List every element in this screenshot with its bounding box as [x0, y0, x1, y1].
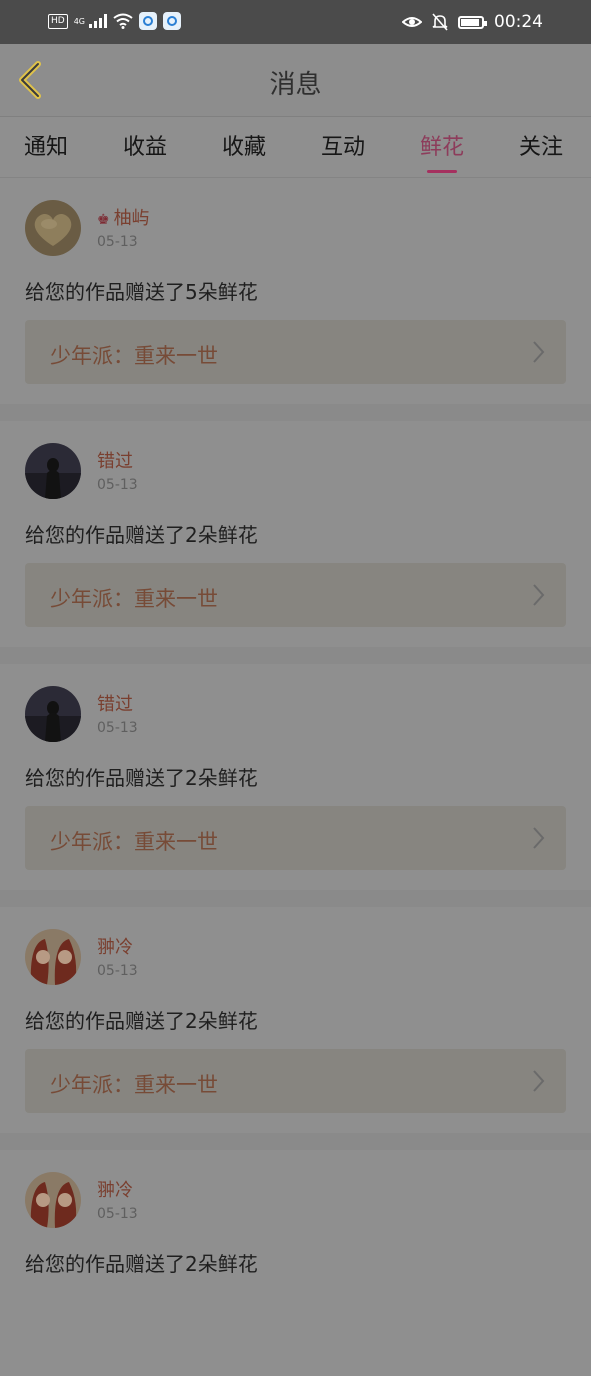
timestamp: 05-13: [97, 963, 138, 979]
avatar[interactable]: [25, 200, 81, 256]
clock: 00:24: [494, 12, 543, 32]
app-notification-icon: [139, 12, 157, 30]
list-item: ♚ 柚屿 05-13 给您的作品赠送了5朵鲜花 少年派：重来一世: [0, 178, 591, 404]
tab-notice[interactable]: 通知: [24, 129, 68, 161]
divider: [0, 890, 591, 907]
signal-icon: [89, 14, 107, 28]
work-title: 少年派：重来一世: [50, 1073, 218, 1097]
eye-comfort-icon: [402, 17, 422, 27]
battery-icon: [458, 15, 487, 29]
list-item: 翀冷 05-13 给您的作品赠送了2朵鲜花: [0, 1150, 591, 1376]
work-title: 少年派：重来一世: [50, 587, 218, 611]
list-item: 错过 05-13 给您的作品赠送了2朵鲜花 少年派：重来一世: [0, 421, 591, 647]
tab-interaction[interactable]: 互动: [321, 129, 365, 161]
timestamp: 05-13: [97, 1206, 138, 1222]
list-item: 翀冷 05-13 给您的作品赠送了2朵鲜花 少年派：重来一世: [0, 907, 591, 1133]
avatar[interactable]: [25, 929, 81, 985]
network-type: 4G: [73, 16, 85, 26]
username[interactable]: 翀冷: [97, 1176, 133, 1202]
header-bar: 消息: [0, 44, 591, 117]
message-text: 给您的作品赠送了2朵鲜花: [25, 766, 258, 790]
username[interactable]: 错过: [97, 690, 133, 716]
username[interactable]: 错过: [97, 447, 133, 473]
hd-indicator: HD: [48, 13, 68, 29]
tab-flowers[interactable]: 鲜花: [420, 129, 465, 173]
chevron-right-icon: [533, 827, 545, 849]
tab-earnings[interactable]: 收益: [123, 129, 167, 161]
timestamp: 05-13: [97, 234, 138, 250]
list-item: 错过 05-13 给您的作品赠送了2朵鲜花 少年派：重来一世: [0, 664, 591, 890]
work-title: 少年派：重来一世: [50, 830, 218, 854]
wifi-icon: [113, 13, 133, 29]
work-link[interactable]: 少年派：重来一世: [25, 320, 566, 384]
chevron-right-icon: [533, 1070, 545, 1092]
tab-follow[interactable]: 关注: [519, 129, 563, 161]
divider: [0, 404, 591, 421]
message-text: 给您的作品赠送了2朵鲜花: [25, 1252, 258, 1276]
chevron-right-icon: [533, 341, 545, 363]
message-text: 给您的作品赠送了2朵鲜花: [25, 1009, 258, 1033]
page-title: 消息: [269, 70, 322, 100]
message-text: 给您的作品赠送了2朵鲜花: [25, 523, 258, 547]
username-text: 柚屿: [113, 208, 150, 229]
tab-flowers-label: 鲜花: [420, 135, 465, 160]
tab-bar: 通知 收益 收藏 互动 鲜花 关注: [0, 117, 591, 178]
app-notification-icon: [163, 12, 181, 30]
message-text: 给您的作品赠送了5朵鲜花: [25, 280, 258, 304]
timestamp: 05-13: [97, 477, 138, 493]
tab-favorites[interactable]: 收藏: [222, 129, 266, 161]
username[interactable]: 翀冷: [97, 933, 133, 959]
avatar[interactable]: [25, 443, 81, 499]
divider: [0, 647, 591, 664]
flower-message-list: ♚ 柚屿 05-13 给您的作品赠送了5朵鲜花 少年派：重来一世 错过 05-13…: [0, 178, 591, 1376]
timestamp: 05-13: [97, 720, 138, 736]
status-bar: HD 4G 00:24: [0, 0, 591, 44]
work-link[interactable]: 少年派：重来一世: [25, 1049, 566, 1113]
chevron-right-icon: [533, 584, 545, 606]
status-left: HD 4G: [48, 12, 181, 30]
username[interactable]: ♚ 柚屿: [97, 204, 150, 230]
divider: [0, 1133, 591, 1150]
avatar[interactable]: [25, 686, 81, 742]
work-link[interactable]: 少年派：重来一世: [25, 806, 566, 870]
status-right: 00:24: [402, 12, 543, 32]
mute-bell-icon: [432, 13, 448, 31]
avatar[interactable]: [25, 1172, 81, 1228]
vip-crown-icon: ♚: [97, 212, 110, 228]
work-title: 少年派：重来一世: [50, 344, 218, 368]
work-link[interactable]: 少年派：重来一世: [25, 563, 566, 627]
active-tab-indicator: [427, 170, 458, 173]
